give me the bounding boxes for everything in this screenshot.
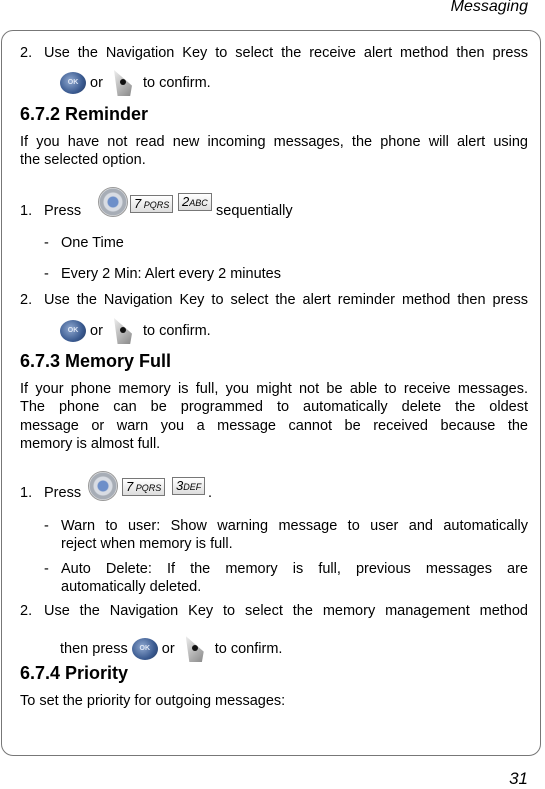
confirm-text: to confirm. [143,74,211,91]
step-number: 1. [20,203,33,219]
dash: - [44,266,49,282]
key-7-icon: 7 PQRS [122,478,166,496]
step-number: 2. [20,45,33,61]
page-number: 31 [509,769,528,788]
ok-key-icon: OK [60,320,86,342]
option-text: Auto Delete: If the memory is full, prev… [61,561,528,577]
confirm-line: OK or to confirm. [60,318,545,344]
priority-intro: To set the priority for outgoing message… [20,693,286,709]
navigation-key-icon [98,187,128,217]
left-softkey-icon [111,70,135,96]
ok-key-icon: OK [131,638,158,660]
navigation-key-icon [88,471,118,501]
option-text-cont: reject when memory is full. [61,536,233,552]
dash: - [44,561,49,577]
dash: - [44,235,49,251]
reminder-intro-2: the selected option. [20,152,146,168]
left-softkey-icon [183,636,207,662]
period-text: . [208,485,213,501]
memory-intro-2: The phone can be programmed to automatic… [20,399,528,415]
dash: - [44,518,49,534]
or-text: or [90,322,103,339]
then-press-text: then press [60,640,128,657]
page-header-title: Messaging [450,0,528,15]
left-softkey-icon [111,318,135,344]
option-text: Warn to user: Show warning message to us… [61,518,528,534]
step-text: Use the Navigation Key to select the rec… [44,45,528,61]
section-heading-memory-full: 6.7.3 Memory Full [20,351,172,371]
confirm-text: to confirm. [214,640,283,657]
or-text: or [90,74,103,91]
confirm-line: OK or to confirm. [60,70,545,96]
key-2-icon: 2ABC [178,193,212,211]
step-text: Use the Navigation Key to select the ale… [44,292,528,308]
memory-intro-1: If your phone memory is full, you might … [20,381,528,397]
memory-intro-4: memory is almost full. [20,436,161,452]
confirm-line: then press OK or to confirm. [60,636,545,662]
or-text: or [161,640,175,657]
sequentially-text: sequentially [216,203,293,219]
key-7-icon: 7 PQRS [130,195,174,213]
memory-intro-3: message or warn you a message cannot be … [20,418,528,434]
option-text-cont: automatically deleted. [61,579,202,595]
ok-key-icon: OK [60,72,86,94]
key-3-icon: 3DEF [172,477,206,495]
step-text: Use the Navigation Key to select the mem… [44,603,528,619]
option-text: Every 2 Min: Alert every 2 minutes [61,266,281,282]
section-heading-priority: 6.7.4 Priority [20,663,129,683]
step-number: 2. [20,603,33,619]
confirm-text: to confirm. [143,322,211,339]
section-heading-reminder: 6.7.2 Reminder [20,104,149,124]
reminder-intro-1: If you have not read new incoming messag… [20,134,528,150]
option-text: One Time [61,235,124,251]
step-number: 1. [20,485,33,501]
press-text: Press [44,485,82,501]
step-number: 2. [20,292,33,308]
press-text: Press [44,203,82,219]
